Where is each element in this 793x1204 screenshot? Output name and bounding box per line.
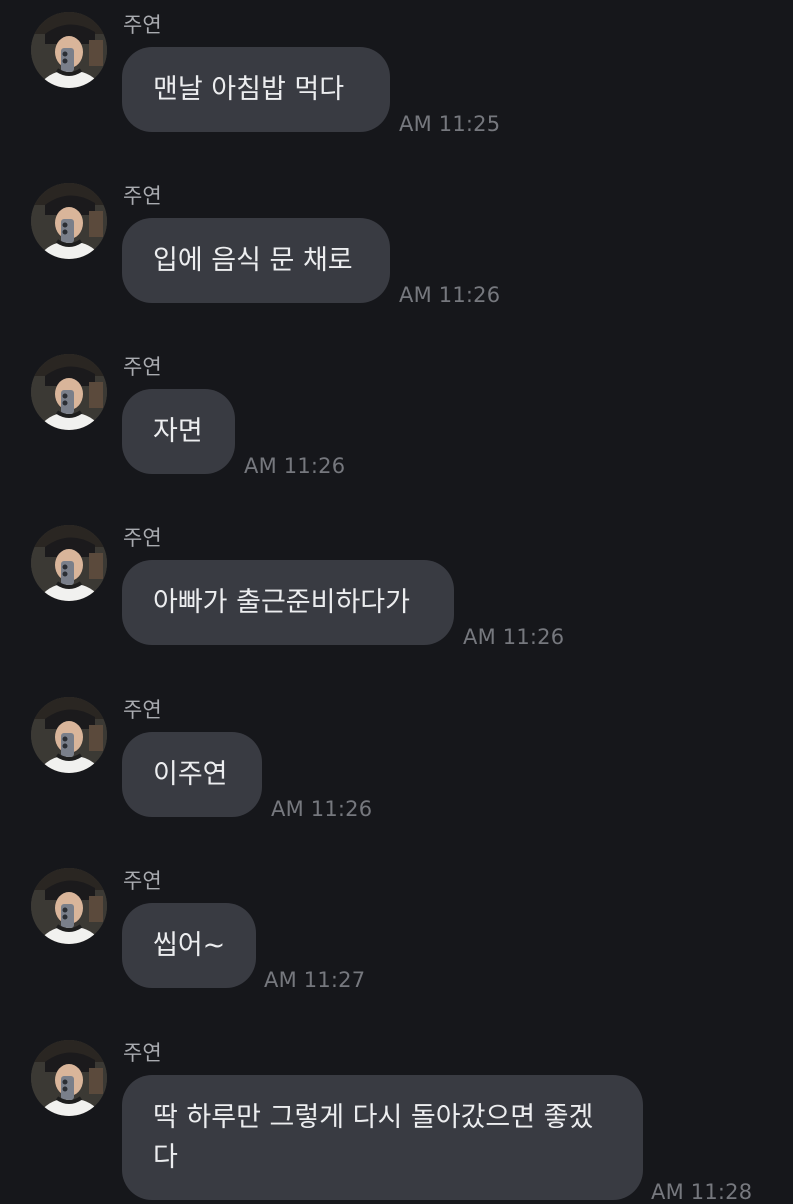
message-bubble[interactable]: 이주연 xyxy=(122,732,262,817)
message-row: 주연 맨날 아침밥 먹다 AM 11:25 xyxy=(0,12,793,142)
message-row: 주연 입에 음식 문 채로 AM 11:26 xyxy=(0,183,793,313)
message-bubble[interactable]: 딱 하루만 그렇게 다시 돌아갔으면 좋겠다 xyxy=(122,1075,643,1200)
sender-name: 주연 xyxy=(123,13,162,37)
message-time: AM 11:25 xyxy=(399,112,501,136)
profile-photo-icon[interactable] xyxy=(31,868,107,944)
message-row: 주연 딱 하루만 그렇게 다시 돌아갔으면 좋겠다 AM 11:28 xyxy=(0,1040,793,1204)
sender-name: 주연 xyxy=(123,184,162,208)
sender-name: 주연 xyxy=(123,526,162,550)
sender-name: 주연 xyxy=(123,355,162,379)
message-bubble[interactable]: 아빠가 출근준비하다가 xyxy=(122,560,454,645)
profile-photo-icon[interactable] xyxy=(31,697,107,773)
message-row: 주연 자면 AM 11:26 xyxy=(0,354,793,484)
profile-photo-icon[interactable] xyxy=(31,1040,107,1116)
sender-name: 주연 xyxy=(123,869,162,893)
message-time: AM 11:28 xyxy=(651,1180,753,1204)
message-bubble[interactable]: 씹어~ xyxy=(122,903,256,988)
profile-photo-icon[interactable] xyxy=(31,12,107,88)
message-row: 주연 아빠가 출근준비하다가 AM 11:26 xyxy=(0,525,793,655)
message-bubble[interactable]: 입에 음식 문 채로 xyxy=(122,218,390,303)
sender-name: 주연 xyxy=(123,1041,162,1065)
sender-name: 주연 xyxy=(123,698,162,722)
message-time: AM 11:26 xyxy=(271,797,373,821)
profile-photo-icon[interactable] xyxy=(31,354,107,430)
profile-photo-icon[interactable] xyxy=(31,183,107,259)
chat-message-list[interactable]: 주연 맨날 아침밥 먹다 AM 11:25 주연 입에 음식 문 채로 AM 1… xyxy=(0,0,793,1204)
message-time: AM 11:27 xyxy=(264,968,366,992)
message-row: 주연 씹어~ AM 11:27 xyxy=(0,868,793,998)
message-bubble[interactable]: 맨날 아침밥 먹다 xyxy=(122,47,390,132)
message-time: AM 11:26 xyxy=(463,625,565,649)
profile-photo-icon[interactable] xyxy=(31,525,107,601)
message-time: AM 11:26 xyxy=(399,283,501,307)
message-time: AM 11:26 xyxy=(244,454,346,478)
message-bubble[interactable]: 자면 xyxy=(122,389,235,474)
message-row: 주연 이주연 AM 11:26 xyxy=(0,697,793,827)
